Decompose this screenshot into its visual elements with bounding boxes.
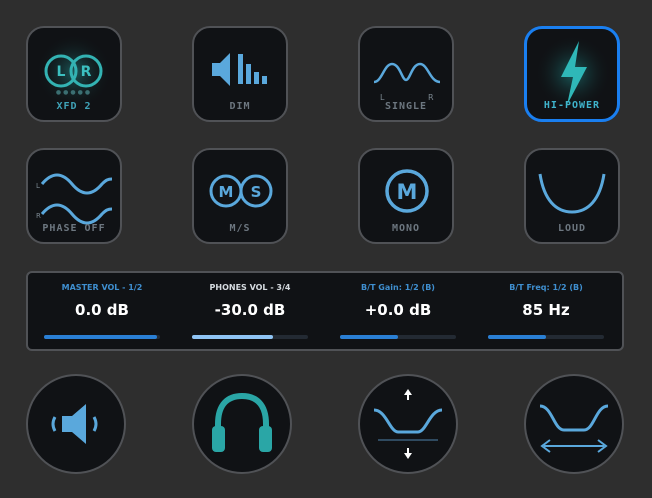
svg-text:L: L bbox=[57, 64, 66, 80]
master-volume-control[interactable]: MASTER VOL - 1/2 0.0 dB bbox=[28, 273, 176, 349]
phones-volume-bar[interactable] bbox=[192, 335, 308, 339]
master-volume-fill bbox=[44, 335, 157, 339]
svg-text:R: R bbox=[81, 64, 92, 80]
bt-gain-title: B/T Gain: 1/2 (B) bbox=[361, 283, 435, 292]
phase-label: PHASE OFF bbox=[42, 223, 106, 234]
svg-text:M: M bbox=[219, 183, 234, 201]
xfd-button[interactable]: L R ●●●●● XFD 2 bbox=[26, 26, 122, 122]
bt-freq-dial[interactable] bbox=[524, 374, 624, 474]
bt-gain-dial[interactable] bbox=[358, 374, 458, 474]
speaker-volume-icon bbox=[51, 404, 98, 444]
phones-volume-control[interactable]: PHONES VOL - 3/4 -30.0 dB bbox=[176, 273, 324, 349]
level-panel: MASTER VOL - 1/2 0.0 dB PHONES VOL - 3/4… bbox=[26, 271, 624, 351]
xfd-label: XFD 2 bbox=[56, 101, 92, 112]
bt-gain-bar[interactable] bbox=[340, 335, 456, 339]
master-volume-title: MASTER VOL - 1/2 bbox=[61, 283, 143, 292]
phones-volume-value: -30.0 dB bbox=[214, 301, 286, 319]
hi-power-label: HI-POWER bbox=[543, 100, 601, 111]
svg-text:R: R bbox=[36, 212, 41, 220]
ms-button[interactable]: M S M/S bbox=[192, 148, 288, 244]
svg-text:M: M bbox=[397, 180, 418, 204]
dim-label: DIM bbox=[229, 101, 251, 112]
phones-volume-dial[interactable] bbox=[192, 374, 292, 474]
bt-gain-control[interactable]: B/T Gain: 1/2 (B) +0.0 dB bbox=[324, 273, 472, 349]
hi-power-button[interactable]: HI-POWER bbox=[524, 26, 620, 122]
master-volume-bar[interactable] bbox=[44, 335, 160, 339]
svg-text:S: S bbox=[251, 183, 262, 201]
bt-freq-fill bbox=[488, 335, 546, 339]
svg-text:L: L bbox=[36, 182, 40, 190]
bt-freq-title: B/T Freq: 1/2 (B) bbox=[509, 283, 583, 292]
phones-volume-fill bbox=[192, 335, 274, 339]
phase-button[interactable]: L R PHASE OFF bbox=[26, 148, 122, 244]
master-volume-dial[interactable] bbox=[26, 374, 126, 474]
loud-button[interactable]: LOUD bbox=[524, 148, 620, 244]
dim-button[interactable]: DIM bbox=[192, 26, 288, 122]
single-button[interactable]: L R SINGLE bbox=[358, 26, 454, 122]
bt-freq-bar[interactable] bbox=[488, 335, 604, 339]
xfd-mode-dots: ●●●●● bbox=[55, 89, 93, 96]
ms-label: M/S bbox=[229, 223, 251, 234]
phones-volume-title: PHONES VOL - 3/4 bbox=[209, 283, 291, 292]
single-label: SINGLE bbox=[384, 101, 428, 112]
bt-freq-value: 85 Hz bbox=[522, 301, 570, 319]
bt-freq-control[interactable]: B/T Freq: 1/2 (B) 85 Hz bbox=[472, 273, 620, 349]
mono-label: MONO bbox=[391, 223, 421, 234]
bt-gain-fill bbox=[340, 335, 398, 339]
bass-treble-gain-icon bbox=[373, 389, 443, 459]
mono-button[interactable]: M MONO bbox=[358, 148, 454, 244]
headphones-icon bbox=[212, 392, 272, 452]
bt-gain-value: +0.0 dB bbox=[364, 301, 432, 319]
bass-treble-freq-icon bbox=[539, 404, 609, 453]
master-volume-value: 0.0 dB bbox=[75, 301, 129, 319]
loud-label: LOUD bbox=[557, 223, 587, 234]
